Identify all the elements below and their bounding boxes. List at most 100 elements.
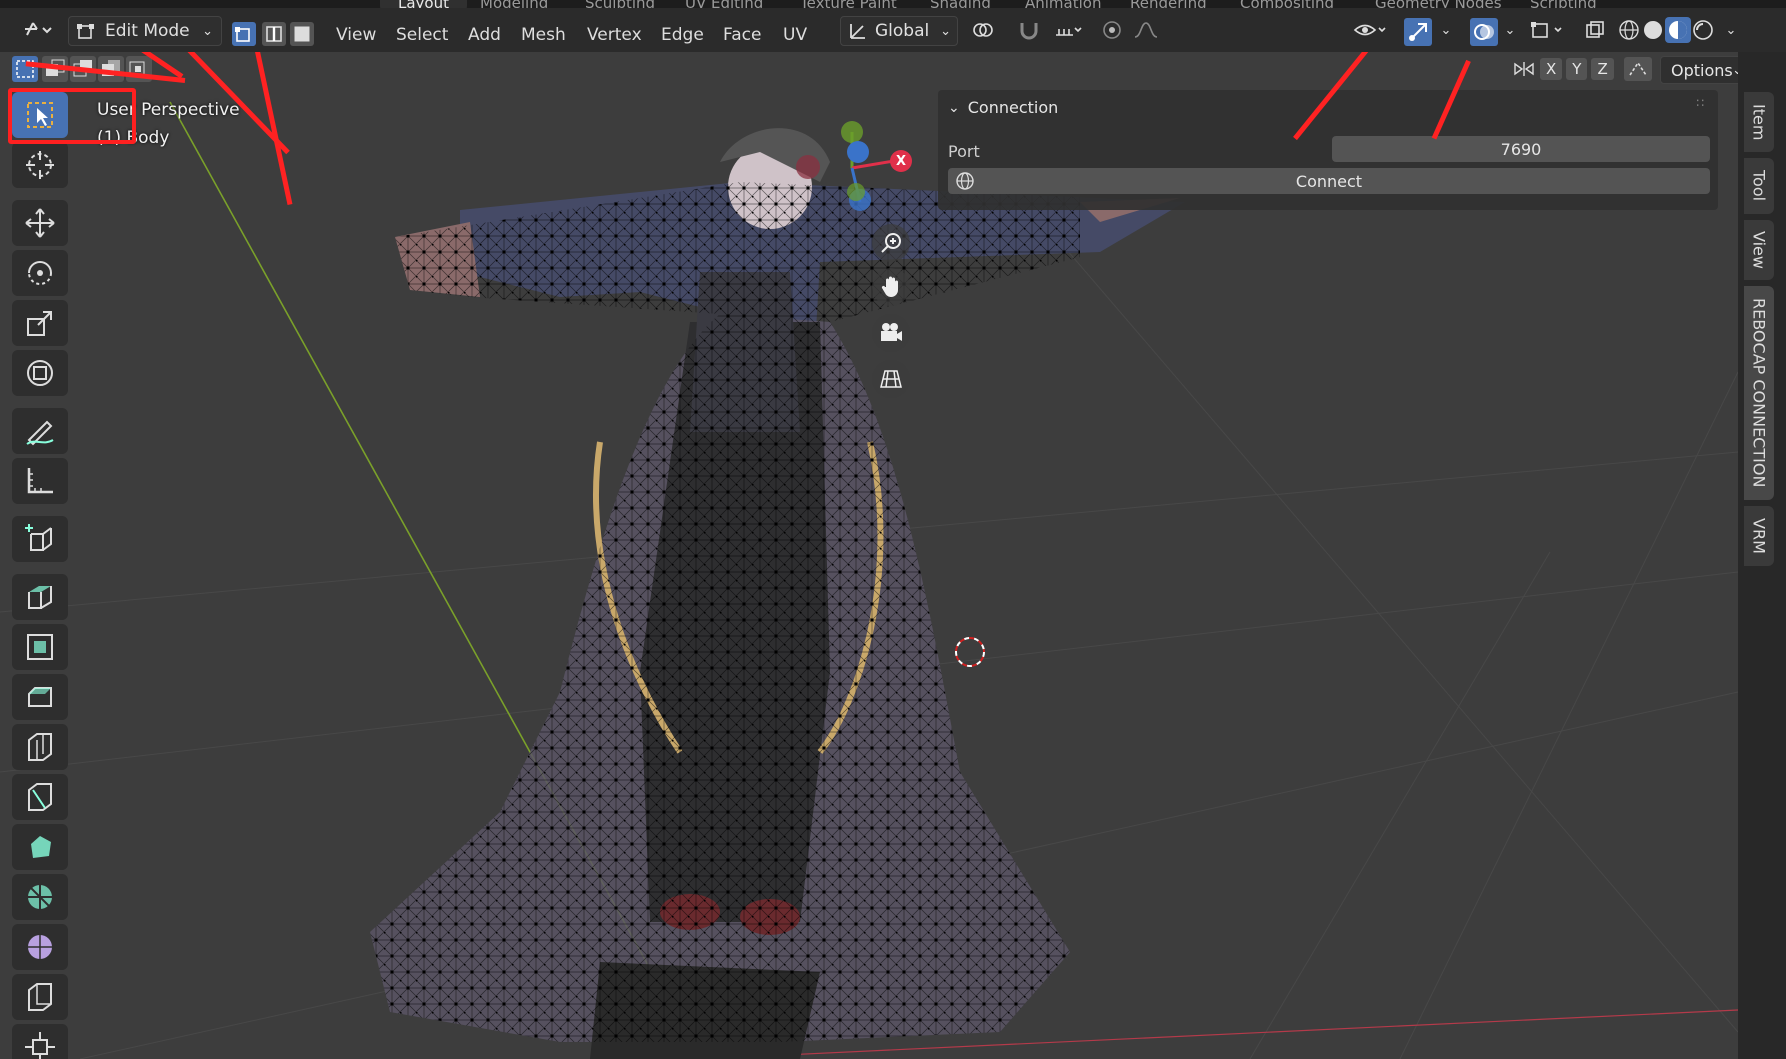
perspective-toggle-button[interactable] [872, 360, 910, 398]
tool-move[interactable] [12, 200, 68, 246]
overlays-dropdown[interactable]: ⌄ [1500, 16, 1520, 44]
3d-cursor [955, 637, 985, 667]
face-select-button[interactable] [290, 22, 314, 46]
menu-mesh[interactable]: Mesh [521, 25, 566, 45]
edge-select-icon [266, 26, 282, 42]
gizmo-icon [1409, 23, 1427, 41]
menu-view[interactable]: View [336, 25, 376, 45]
material-shading-icon[interactable] [1665, 17, 1691, 43]
proportional-edit-button[interactable] [1098, 16, 1126, 44]
pivot-point-button[interactable] [964, 16, 1004, 44]
bevel-icon [28, 687, 52, 707]
character-mesh [370, 128, 1185, 1059]
knife-icon [28, 783, 52, 811]
tool-bevel[interactable] [12, 674, 68, 720]
tool-cursor[interactable] [12, 142, 68, 188]
sidebar-tab-item[interactable]: Item [1744, 92, 1774, 152]
options-dropdown[interactable]: Options ⌄ [1660, 56, 1738, 84]
hand-icon [881, 276, 898, 297]
menu-face[interactable]: Face [723, 25, 761, 45]
mode-dropdown[interactable]: Edit Mode ⌄ [68, 16, 222, 46]
tool-shrink-fatten[interactable] [12, 1024, 68, 1059]
falloff-dropdown[interactable] [1130, 16, 1166, 44]
edge-slide-icon [28, 983, 52, 1011]
connect-button[interactable]: Connect [948, 168, 1710, 194]
mirror-z-toggle[interactable]: Z [1591, 58, 1614, 80]
connect-label: Connect [1295, 171, 1363, 191]
mode-label: Edit Mode [105, 21, 190, 41]
overlays-toggle-button[interactable] [1470, 18, 1498, 46]
visibility-dropdown[interactable] [1350, 16, 1390, 44]
tool-transform[interactable] [12, 350, 68, 396]
chevron-down-icon: ⌄ [1725, 22, 1737, 38]
tool-annotate[interactable] [12, 408, 68, 454]
tool-add-cube[interactable] [12, 516, 68, 562]
tool-poly-build[interactable] [12, 824, 68, 870]
transform-orientation-dropdown[interactable]: Global ⌄ [840, 16, 958, 46]
rendered-shading-icon[interactable] [1691, 18, 1715, 42]
editor-type-icon [25, 22, 52, 36]
tool-rotate[interactable] [12, 250, 68, 296]
tool-edge-slide[interactable] [12, 974, 68, 1020]
tool-inset[interactable] [12, 624, 68, 670]
tool-measure[interactable] [12, 458, 68, 504]
menu-vertex[interactable]: Vertex [587, 25, 642, 45]
panel-header[interactable]: ⌄ Connection [948, 98, 1058, 117]
shading-mode-group [1614, 16, 1718, 44]
editor-type-button[interactable] [14, 16, 62, 44]
sidebar-tab-rebocap-connection[interactable]: REBOCAP CONNECTION [1744, 286, 1774, 500]
proportional-edit-icon [1103, 21, 1121, 39]
port-field[interactable]: 7690 [1332, 136, 1710, 162]
pan-button[interactable] [872, 268, 910, 306]
zoom-button[interactable] [872, 224, 910, 262]
menu-uv[interactable]: UV [783, 25, 807, 45]
sidebar-tab-tool[interactable]: Tool [1744, 158, 1774, 214]
tool-spin[interactable] [12, 874, 68, 920]
wireframe-shading-icon[interactable] [1617, 18, 1641, 42]
orientation-icon [850, 24, 865, 39]
drag-handle-icon[interactable]: ∷ [1696, 96, 1704, 110]
scale-icon [27, 311, 52, 336]
tool-scale[interactable] [12, 300, 68, 346]
mesh-edit-overlays-dropdown[interactable] [1526, 16, 1572, 44]
sidebar-tab-view[interactable]: View [1744, 220, 1774, 280]
gizmo-dropdown[interactable]: ⌄ [1436, 16, 1456, 44]
options-label: Options [1671, 60, 1733, 80]
select-new-button[interactable] [12, 56, 38, 82]
menu-add[interactable]: Add [468, 25, 501, 45]
mirror-y-toggle[interactable]: Y [1566, 58, 1588, 80]
chevron-down-icon: ⌄ [202, 23, 213, 39]
shading-dropdown[interactable]: ⌄ [1722, 16, 1740, 44]
mirror-x-toggle[interactable]: X [1540, 58, 1563, 80]
tool-knife[interactable] [12, 774, 68, 820]
snap-target-dropdown[interactable] [1046, 16, 1090, 44]
tool-smooth[interactable] [12, 924, 68, 970]
tool-loop-cut[interactable] [12, 724, 68, 770]
3d-viewport[interactable]: X User Perspective (1) Body X Y Z Option… [0, 52, 1738, 1059]
extrude-icon [28, 586, 52, 609]
xray-toggle-button[interactable] [1582, 16, 1608, 44]
edge-select-button[interactable] [262, 22, 286, 46]
mesh-overlay-icon [1531, 22, 1562, 38]
menu-edge[interactable]: Edge [661, 25, 704, 45]
solid-shading-icon[interactable] [1641, 18, 1665, 42]
gizmo-toggle-button[interactable] [1404, 18, 1432, 46]
move-icon [25, 208, 55, 238]
sidebar-tab-vrm[interactable]: VRM [1744, 506, 1774, 566]
menu-select[interactable]: Select [396, 25, 448, 45]
chevron-down-icon: ⌄ [948, 99, 960, 116]
snap-toggle-button[interactable] [1014, 16, 1044, 44]
panel-title: Connection [967, 98, 1059, 117]
loop-cut-icon [28, 733, 52, 761]
vertex-select-button[interactable] [232, 22, 256, 46]
falloff-curve-icon [1134, 22, 1158, 38]
auto-merge-icon[interactable] [1623, 57, 1652, 81]
camera-view-button[interactable] [872, 314, 910, 352]
overlays-icon [1474, 24, 1494, 40]
mirror-options: X Y Z [1512, 56, 1652, 82]
tool-extrude[interactable] [12, 574, 68, 620]
gizmo-x-label[interactable]: X [890, 150, 912, 172]
grid-perspective-icon [880, 370, 902, 388]
globe-icon [956, 172, 974, 190]
pivot-icon [973, 23, 993, 37]
